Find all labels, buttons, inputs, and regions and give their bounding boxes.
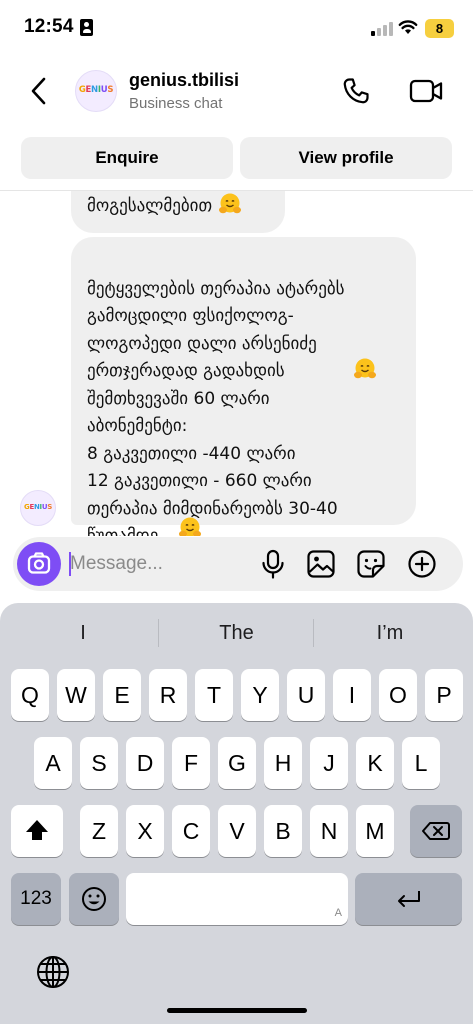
delete-key[interactable] bbox=[410, 805, 462, 857]
key-r[interactable]: R bbox=[149, 669, 187, 721]
phone-icon[interactable] bbox=[340, 75, 372, 107]
video-camera-icon[interactable] bbox=[408, 75, 444, 107]
suggestion-3[interactable]: I’m bbox=[315, 619, 465, 647]
key-o[interactable]: O bbox=[379, 669, 417, 721]
key-g[interactable]: G bbox=[218, 737, 256, 789]
chat-header: GENIUS genius.tbilisi Business chat bbox=[0, 56, 473, 126]
home-indicator[interactable] bbox=[167, 1008, 307, 1013]
message-text: მოგესალმებით bbox=[87, 196, 213, 216]
cellular-signal-icon bbox=[371, 22, 393, 36]
emoji-key[interactable] bbox=[69, 873, 119, 925]
key-i[interactable]: I bbox=[333, 669, 371, 721]
hugging-face-emoji-icon bbox=[178, 489, 202, 536]
chat-title[interactable]: genius.tbilisi bbox=[129, 70, 239, 91]
key-z[interactable]: Z bbox=[80, 805, 118, 857]
key-v[interactable]: V bbox=[218, 805, 256, 857]
sticker-icon[interactable] bbox=[355, 548, 387, 580]
avatar[interactable]: GENIUS bbox=[75, 70, 117, 112]
keyboard: I The I’m Q W E R T Y U I O P A S D F G … bbox=[0, 603, 473, 1024]
message-input[interactable] bbox=[70, 547, 240, 581]
sender-avatar[interactable]: GENIUS bbox=[20, 490, 56, 526]
view-profile-button[interactable]: View profile bbox=[240, 137, 452, 179]
globe-icon[interactable] bbox=[34, 953, 72, 991]
camera-icon bbox=[27, 552, 51, 574]
key-s[interactable]: S bbox=[80, 737, 118, 789]
status-time: 12:54 bbox=[24, 16, 74, 37]
plus-icon[interactable] bbox=[406, 548, 438, 580]
status-bar: 12:54 8 bbox=[0, 0, 473, 56]
message-text: მეტყველების თერაპია ატარებს გამოცდილი ფს… bbox=[87, 278, 345, 537]
key-l[interactable]: L bbox=[402, 737, 440, 789]
key-c[interactable]: C bbox=[172, 805, 210, 857]
business-actions: Enquire View profile bbox=[0, 137, 473, 181]
suggestion-divider bbox=[158, 619, 159, 647]
delete-icon bbox=[422, 822, 450, 840]
key-t[interactable]: T bbox=[195, 669, 233, 721]
message-thread[interactable]: მოგესალმებით მეტყველების თერაპია ატარებს… bbox=[0, 191, 473, 536]
key-a[interactable]: A bbox=[34, 737, 72, 789]
key-h[interactable]: H bbox=[264, 737, 302, 789]
key-d[interactable]: D bbox=[126, 737, 164, 789]
key-k[interactable]: K bbox=[356, 737, 394, 789]
shift-icon bbox=[26, 820, 48, 840]
camera-button[interactable] bbox=[17, 542, 61, 586]
wifi-icon bbox=[398, 20, 418, 34]
microphone-icon[interactable] bbox=[257, 548, 289, 580]
key-j[interactable]: J bbox=[310, 737, 348, 789]
key-f[interactable]: F bbox=[172, 737, 210, 789]
key-m[interactable]: M bbox=[356, 805, 394, 857]
shift-key[interactable] bbox=[11, 805, 63, 857]
battery-indicator: 8 bbox=[425, 19, 454, 38]
key-w[interactable]: W bbox=[57, 669, 95, 721]
key-b[interactable]: B bbox=[264, 805, 302, 857]
contact-card-icon bbox=[80, 19, 93, 36]
space-hint: A bbox=[334, 907, 342, 919]
suggestion-1[interactable]: I bbox=[8, 619, 158, 647]
message-bubble[interactable]: მოგესალმებით bbox=[71, 191, 285, 233]
key-n[interactable]: N bbox=[310, 805, 348, 857]
numbers-key[interactable]: 123 bbox=[11, 873, 61, 925]
chat-subtitle: Business chat bbox=[129, 95, 223, 112]
avatar-logo: GENIUS bbox=[78, 85, 114, 95]
return-icon bbox=[398, 891, 420, 907]
message-bubble[interactable]: მეტყველების თერაპია ატარებს გამოცდილი ფს… bbox=[71, 237, 416, 536]
suggestion-divider bbox=[313, 619, 314, 647]
chevron-left-icon[interactable] bbox=[26, 75, 52, 107]
space-key[interactable]: A bbox=[126, 873, 348, 925]
suggestion-2[interactable]: The bbox=[160, 619, 313, 647]
key-u[interactable]: U bbox=[287, 669, 325, 721]
key-p[interactable]: P bbox=[425, 669, 463, 721]
hugging-face-emoji-icon bbox=[353, 330, 377, 378]
enquire-button[interactable]: Enquire bbox=[21, 137, 233, 179]
image-icon[interactable] bbox=[305, 548, 337, 580]
key-y[interactable]: Y bbox=[241, 669, 279, 721]
message-composer bbox=[13, 537, 463, 591]
emoji-icon bbox=[82, 887, 106, 911]
key-e[interactable]: E bbox=[103, 669, 141, 721]
avatar-logo: GENIUS bbox=[24, 503, 52, 511]
hugging-face-emoji-icon bbox=[218, 193, 242, 215]
return-key[interactable] bbox=[355, 873, 462, 925]
key-x[interactable]: X bbox=[126, 805, 164, 857]
key-q[interactable]: Q bbox=[11, 669, 49, 721]
